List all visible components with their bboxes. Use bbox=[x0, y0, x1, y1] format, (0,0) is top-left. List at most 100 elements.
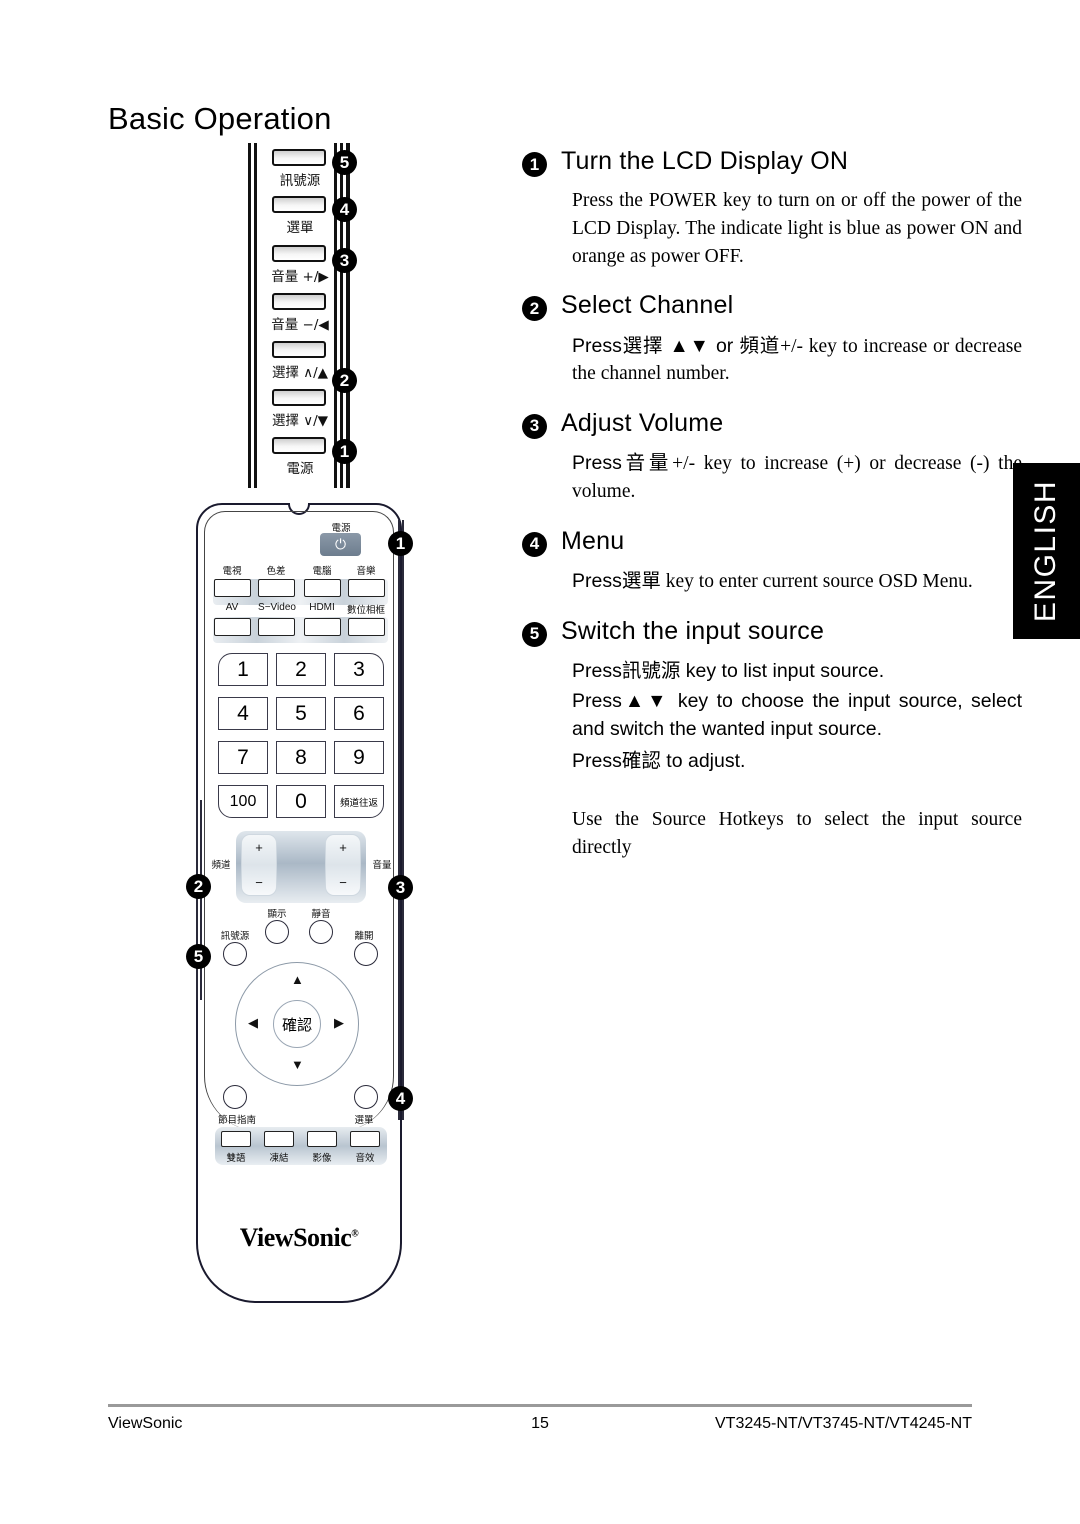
step-5-line-3: Press確認 to adjust. bbox=[572, 747, 1022, 776]
exit-button-label: 離開 bbox=[354, 931, 374, 942]
display-button-label: 顯示 bbox=[267, 909, 287, 920]
step-2-body: Press選擇 ▲▼ or 頻道+/- key to increase or d… bbox=[572, 332, 1022, 388]
step-4-body-cjk: 選單 bbox=[621, 568, 661, 592]
manual-page: ENGLISH Basic Operation 訊號源 5 選單 4 音量 +/… bbox=[0, 0, 1080, 1524]
step-1-header: 1 Turn the LCD Display ON bbox=[522, 146, 1022, 177]
step-1-body: Press the POWER key to turn on or off th… bbox=[572, 190, 1022, 267]
numpad-key-0[interactable]: 0 bbox=[276, 785, 326, 818]
panel-label-volume-down: 音量 −/◀ bbox=[271, 317, 329, 333]
dpad-ok-button[interactable]: 確認 bbox=[273, 1000, 321, 1048]
panel-button-source[interactable] bbox=[272, 149, 326, 166]
step-3-title: Adjust Volume bbox=[561, 408, 724, 437]
source-label-music: 音樂 bbox=[356, 566, 376, 577]
picture-button[interactable] bbox=[307, 1131, 337, 1147]
exit-button[interactable] bbox=[354, 942, 378, 966]
source-label-pc: 電腦 bbox=[312, 566, 332, 577]
freeze-button[interactable] bbox=[264, 1131, 294, 1147]
step-4-number: 4 bbox=[522, 531, 547, 557]
side-control-panel-illustration: 訊號源 5 選單 4 音量 +/▶ 3 音量 −/◀ 選擇 ∧/▲ 2 選擇 ∨… bbox=[248, 143, 388, 488]
callout-lead-line-right2 bbox=[402, 520, 404, 1120]
source-button-svideo[interactable] bbox=[258, 618, 295, 636]
step-2-title: Select Channel bbox=[561, 291, 734, 320]
brand-mark: ® bbox=[351, 1228, 359, 1240]
source-button-music[interactable] bbox=[348, 579, 385, 597]
panel-button-volume-up[interactable] bbox=[272, 245, 326, 262]
source-label-av: AV bbox=[225, 602, 239, 613]
remote-callout-2: 2 bbox=[186, 874, 211, 899]
dpad-down-arrow-icon[interactable]: ▼ bbox=[291, 1057, 304, 1072]
panel-button-select-down[interactable] bbox=[272, 389, 326, 406]
volume-rocker-label: 音量 bbox=[372, 860, 392, 871]
channel-rocker[interactable]: + − bbox=[241, 834, 277, 896]
numpad-key-6[interactable]: 6 bbox=[334, 697, 384, 730]
channel-plus-label: + bbox=[255, 840, 263, 855]
step-5: 5 Switch the input source Press訊號源 key t… bbox=[522, 616, 1022, 863]
picture-label: 影像 bbox=[312, 1153, 332, 1164]
panel-edge-line bbox=[346, 143, 350, 488]
guide-button[interactable] bbox=[223, 1085, 247, 1109]
source-button-photo-frame[interactable] bbox=[348, 618, 385, 636]
step-1-title: Turn the LCD Display ON bbox=[561, 147, 849, 175]
panel-label-power: 電源 bbox=[286, 461, 314, 477]
callout-5: 5 bbox=[332, 150, 357, 175]
panel-button-select-up[interactable] bbox=[272, 341, 326, 358]
step-3-body-pre: Press bbox=[572, 452, 622, 475]
volume-minus-label: − bbox=[339, 875, 347, 890]
dpad-left-arrow-icon[interactable]: ◀ bbox=[248, 1015, 258, 1031]
power-button[interactable]: ⏻ bbox=[320, 533, 361, 556]
source-button-pc[interactable] bbox=[304, 579, 341, 597]
numpad-key-9[interactable]: 9 bbox=[334, 741, 384, 774]
source-button-tv[interactable] bbox=[214, 579, 251, 597]
source-label-tv: 電視 bbox=[222, 566, 242, 577]
remote-callout-4: 4 bbox=[388, 1086, 413, 1111]
volume-rocker[interactable]: + − bbox=[325, 834, 361, 896]
panel-label-source: 訊號源 bbox=[279, 173, 321, 189]
step-5-body: Press訊號源 key to list input source. Press… bbox=[572, 657, 1022, 776]
numpad-key-2[interactable]: 2 bbox=[276, 653, 326, 686]
panel-button-menu[interactable] bbox=[272, 196, 326, 213]
panel-button-power[interactable] bbox=[272, 437, 326, 454]
numpad-key-100[interactable]: 100 bbox=[218, 785, 268, 818]
numpad-key-4[interactable]: 4 bbox=[218, 697, 268, 730]
callout-lead-line-left bbox=[196, 800, 198, 1000]
source-button[interactable] bbox=[223, 942, 247, 966]
viewsonic-logo: ViewSonic® bbox=[198, 1223, 400, 1253]
menu-button[interactable] bbox=[354, 1085, 378, 1109]
display-button[interactable] bbox=[265, 920, 289, 944]
step-2: 2 Select Channel Press選擇 ▲▼ or 頻道+/- key… bbox=[522, 290, 1022, 388]
sound-button[interactable] bbox=[350, 1131, 380, 1147]
numpad-key-5[interactable]: 5 bbox=[276, 697, 326, 730]
step-4-header: 4 Menu bbox=[522, 526, 1022, 557]
step-1-number: 1 bbox=[522, 152, 547, 177]
step-1: 1 Turn the LCD Display ON Press the POWE… bbox=[522, 146, 1022, 270]
step-4: 4 Menu Press選單 key to enter current sour… bbox=[522, 526, 1022, 596]
numpad-key-recall[interactable]: 頻道往返 bbox=[334, 785, 384, 818]
step-5-title: Switch the input source bbox=[561, 616, 825, 645]
source-button-hdmi[interactable] bbox=[304, 618, 341, 636]
remote-callout-3: 3 bbox=[388, 875, 413, 900]
numpad-key-8[interactable]: 8 bbox=[276, 741, 326, 774]
remote-callout-1: 1 bbox=[388, 531, 413, 556]
channel-rocker-label: 頻道 bbox=[211, 860, 231, 871]
step-2-body-cjk1: 選擇 bbox=[621, 333, 664, 357]
sound-label: 音效 bbox=[355, 1153, 375, 1164]
source-button-av[interactable] bbox=[214, 618, 251, 636]
mute-button[interactable] bbox=[309, 920, 333, 944]
freeze-label: 凍結 bbox=[269, 1153, 289, 1164]
mute-button-label: 靜音 bbox=[311, 909, 331, 920]
channel-minus-label: − bbox=[255, 875, 263, 890]
numpad-key-1[interactable]: 1 bbox=[218, 653, 268, 686]
source-button-component[interactable] bbox=[258, 579, 295, 597]
numpad-key-3[interactable]: 3 bbox=[334, 653, 384, 686]
dpad-up-arrow-icon[interactable]: ▲ bbox=[291, 972, 304, 987]
numpad-key-7[interactable]: 7 bbox=[218, 741, 268, 774]
source-label-component: 色差 bbox=[266, 566, 286, 577]
step-5-line2-pre: Press bbox=[572, 690, 622, 713]
step-3: 3 Adjust Volume Press音量+/- key to increa… bbox=[522, 408, 1022, 506]
panel-button-volume-down[interactable] bbox=[272, 293, 326, 310]
remote-control-illustration: 電源 ⏻ 電視 色差 電腦 音樂 AV S−Video HDMI 數位相框 1 … bbox=[196, 503, 402, 1303]
panel-edge-line bbox=[248, 143, 251, 488]
dpad-right-arrow-icon[interactable]: ▶ bbox=[334, 1015, 344, 1031]
step-5-line1-pre: Press bbox=[572, 659, 622, 682]
dual-audio-button[interactable] bbox=[221, 1131, 251, 1147]
